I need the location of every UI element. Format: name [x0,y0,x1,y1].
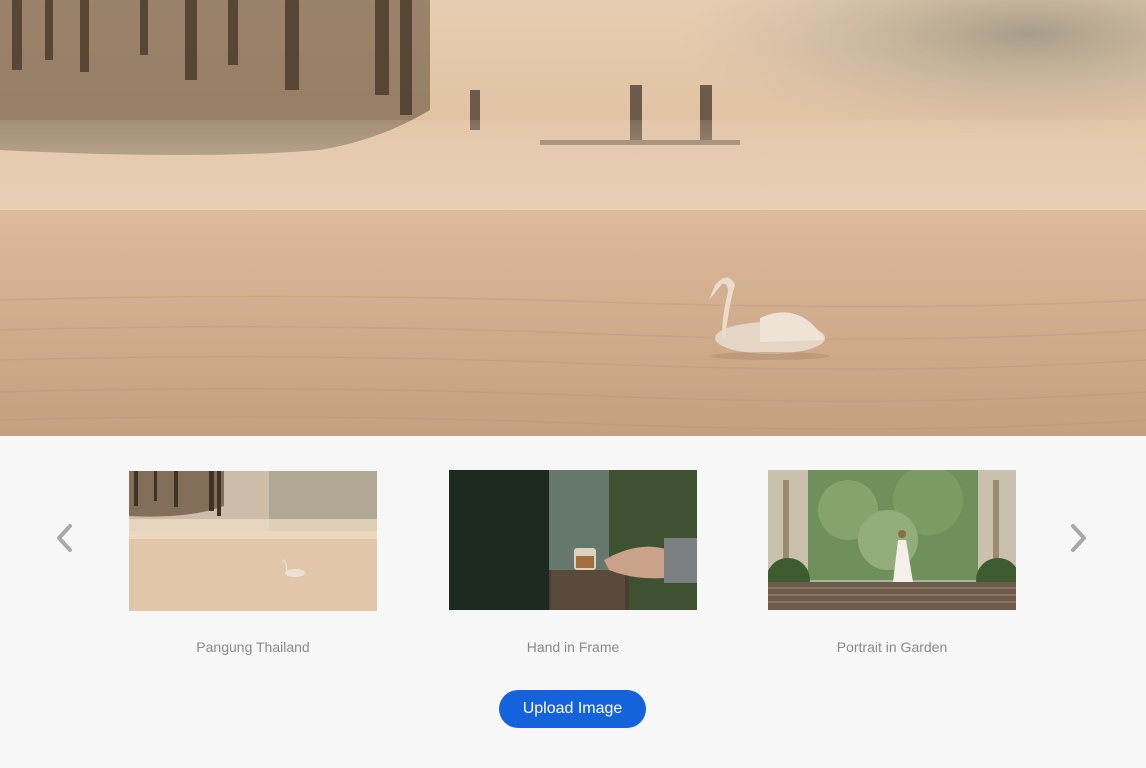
carousel-thumbnail-hand[interactable] [449,470,697,610]
carousel-caption: Pangung Thailand [196,639,310,655]
featured-image-art [0,0,1146,436]
carousel-thumbnail-garden[interactable] [768,470,1016,610]
carousel-next-button[interactable] [1061,520,1097,556]
thumbnail-garden-photo [768,470,1016,610]
thumbnail-lake-photo [129,471,377,611]
carousel-prev-button[interactable] [46,520,82,556]
featured-image [0,0,1146,436]
carousel-caption: Hand in Frame [526,639,620,655]
image-carousel: Pangung Thailand Hand in Frame Portrait … [0,436,1146,668]
chevron-right-icon [1071,524,1086,552]
upload-image-button[interactable]: Upload Image [499,690,646,728]
carousel-thumbnail-pangung[interactable] [129,471,377,611]
carousel-caption: Portrait in Garden [836,639,948,655]
thumbnail-hand-photo [449,470,697,610]
chevron-left-icon [57,524,72,552]
